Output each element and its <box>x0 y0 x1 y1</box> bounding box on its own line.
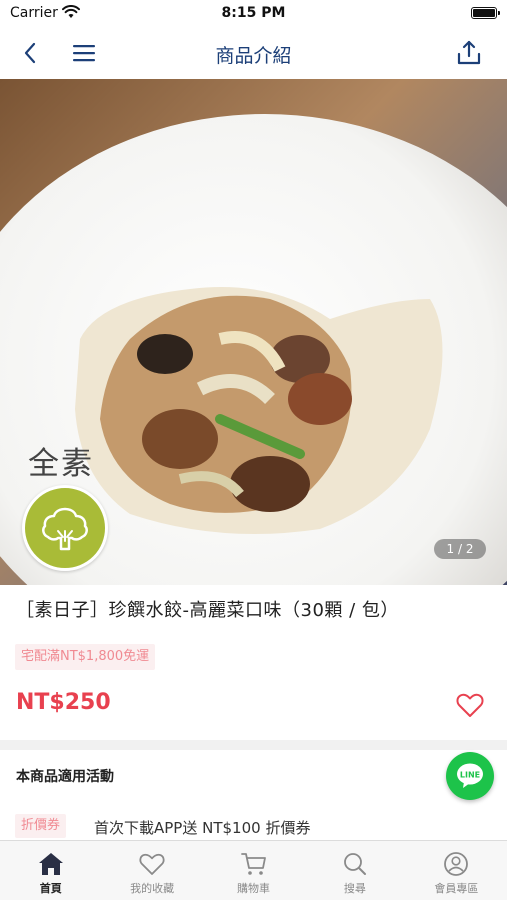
coupon-tag: 折價券 <box>15 814 67 838</box>
tab-label: 我的收藏 <box>130 882 175 895</box>
product-title: ［素日子］珍饌水餃-高麗菜口味（30顆 / 包） <box>16 600 399 621</box>
line-icon: LINE <box>457 763 483 788</box>
line-icon-text: LINE <box>460 771 480 780</box>
share-button[interactable] <box>453 38 485 68</box>
broccoli-icon <box>42 507 88 551</box>
home-icon <box>37 850 65 878</box>
page-title: 商品介紹 <box>215 45 292 67</box>
heart-icon <box>138 850 166 878</box>
vegan-badge <box>22 485 108 571</box>
battery-icon <box>471 7 500 19</box>
tab-favorites[interactable]: 我的收藏 <box>101 841 202 900</box>
bottom-tab-bar: 首頁 我的收藏 購物車 搜尋 會員專區 <box>0 840 507 900</box>
tab-label: 會員專區 <box>434 882 479 895</box>
product-price: NT$250 <box>16 690 111 715</box>
tab-search[interactable]: 搜尋 <box>304 841 405 900</box>
search-icon <box>341 850 369 878</box>
free-shipping-tag: 宅配滿NT$1,800免運 <box>15 644 156 670</box>
section-divider <box>0 740 507 750</box>
favorite-heart-icon[interactable] <box>455 690 485 720</box>
tab-cart[interactable]: 購物車 <box>203 841 304 900</box>
tab-label: 搜尋 <box>343 882 366 895</box>
coupon-offer-link[interactable]: 首次下載APP送 NT$100 折價券 <box>94 817 310 838</box>
vegan-label: 全素 <box>28 446 94 482</box>
line-chat-button[interactable]: LINE <box>446 752 494 800</box>
tab-label: 首頁 <box>39 882 62 895</box>
tab-home[interactable]: 首頁 <box>0 841 101 900</box>
status-bar: Carrier 8:15 PM <box>0 0 507 28</box>
share-upload-icon <box>457 40 481 65</box>
tab-member[interactable]: 會員專區 <box>406 841 507 900</box>
navigation-bar: 商品介紹 <box>0 28 507 78</box>
clock-time: 8:15 PM <box>221 5 286 21</box>
image-page-counter: 1 / 2 <box>434 539 486 559</box>
user-icon <box>442 850 470 878</box>
dumpling-image <box>75 287 443 534</box>
tab-label: 購物車 <box>237 882 271 895</box>
cart-icon <box>240 850 268 878</box>
promotions-heading: 本商品適用活動 <box>16 769 114 785</box>
product-image-carousel[interactable]: 全素 1 / 2 <box>0 79 507 585</box>
